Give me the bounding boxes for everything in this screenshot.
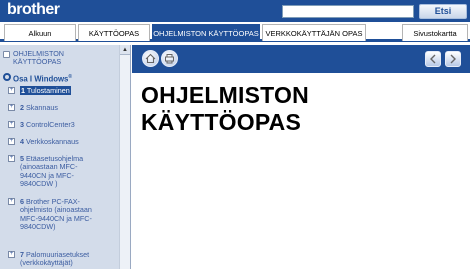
expand-icon: + [8,138,15,145]
help-viewer: brother Etsi Alkuun KÄYTTÖOPAS OHJELMIST… [0,0,470,269]
content-pane: OHJELMISTON KÄYTTÖOPAS [132,45,470,269]
toc-sidebar: OHJELMISTON KÄYTTÖOPAS Osa I Windows® + … [0,45,131,269]
tab-kayttoopas[interactable]: KÄYTTÖOPAS [78,24,150,41]
expand-icon: + [8,155,15,162]
prev-page-icon[interactable] [425,51,441,67]
expand-icon: + [8,87,15,94]
collapse-icon [3,73,11,81]
search-button[interactable]: Etsi [419,4,467,19]
expand-icon: + [8,104,15,111]
sidebar-scrollbar[interactable]: ▲ [119,45,130,269]
expand-icon: + [8,251,15,258]
header-bar: brother Etsi [0,0,470,22]
tab-ohjelmiston-kayttoopas[interactable]: OHJELMISTON KÄYTTÖOPAS [152,24,260,41]
print-icon[interactable] [161,50,178,67]
page-title: OHJELMISTON KÄYTTÖOPAS [141,82,309,135]
tab-verkkokayttajan-opas[interactable]: VERKKOKÄYTTÄJÄN OPAS [262,24,366,41]
page-icon [3,51,10,58]
search-input[interactable] [282,5,414,18]
brother-logo: brother [7,1,60,18]
content-toolbar [132,45,470,73]
next-page-icon[interactable] [445,51,461,67]
scroll-up-icon[interactable]: ▲ [120,45,130,55]
tab-alkuun[interactable]: Alkuun [4,24,76,41]
expand-icon: + [8,198,15,205]
tab-sivustokartta[interactable]: Sivustokartta [402,24,468,41]
main-nav: Alkuun KÄYTTÖOPAS OHJELMISTON KÄYTTÖOPAS… [0,22,470,42]
home-icon[interactable] [142,50,159,67]
expand-icon: + [8,121,15,128]
